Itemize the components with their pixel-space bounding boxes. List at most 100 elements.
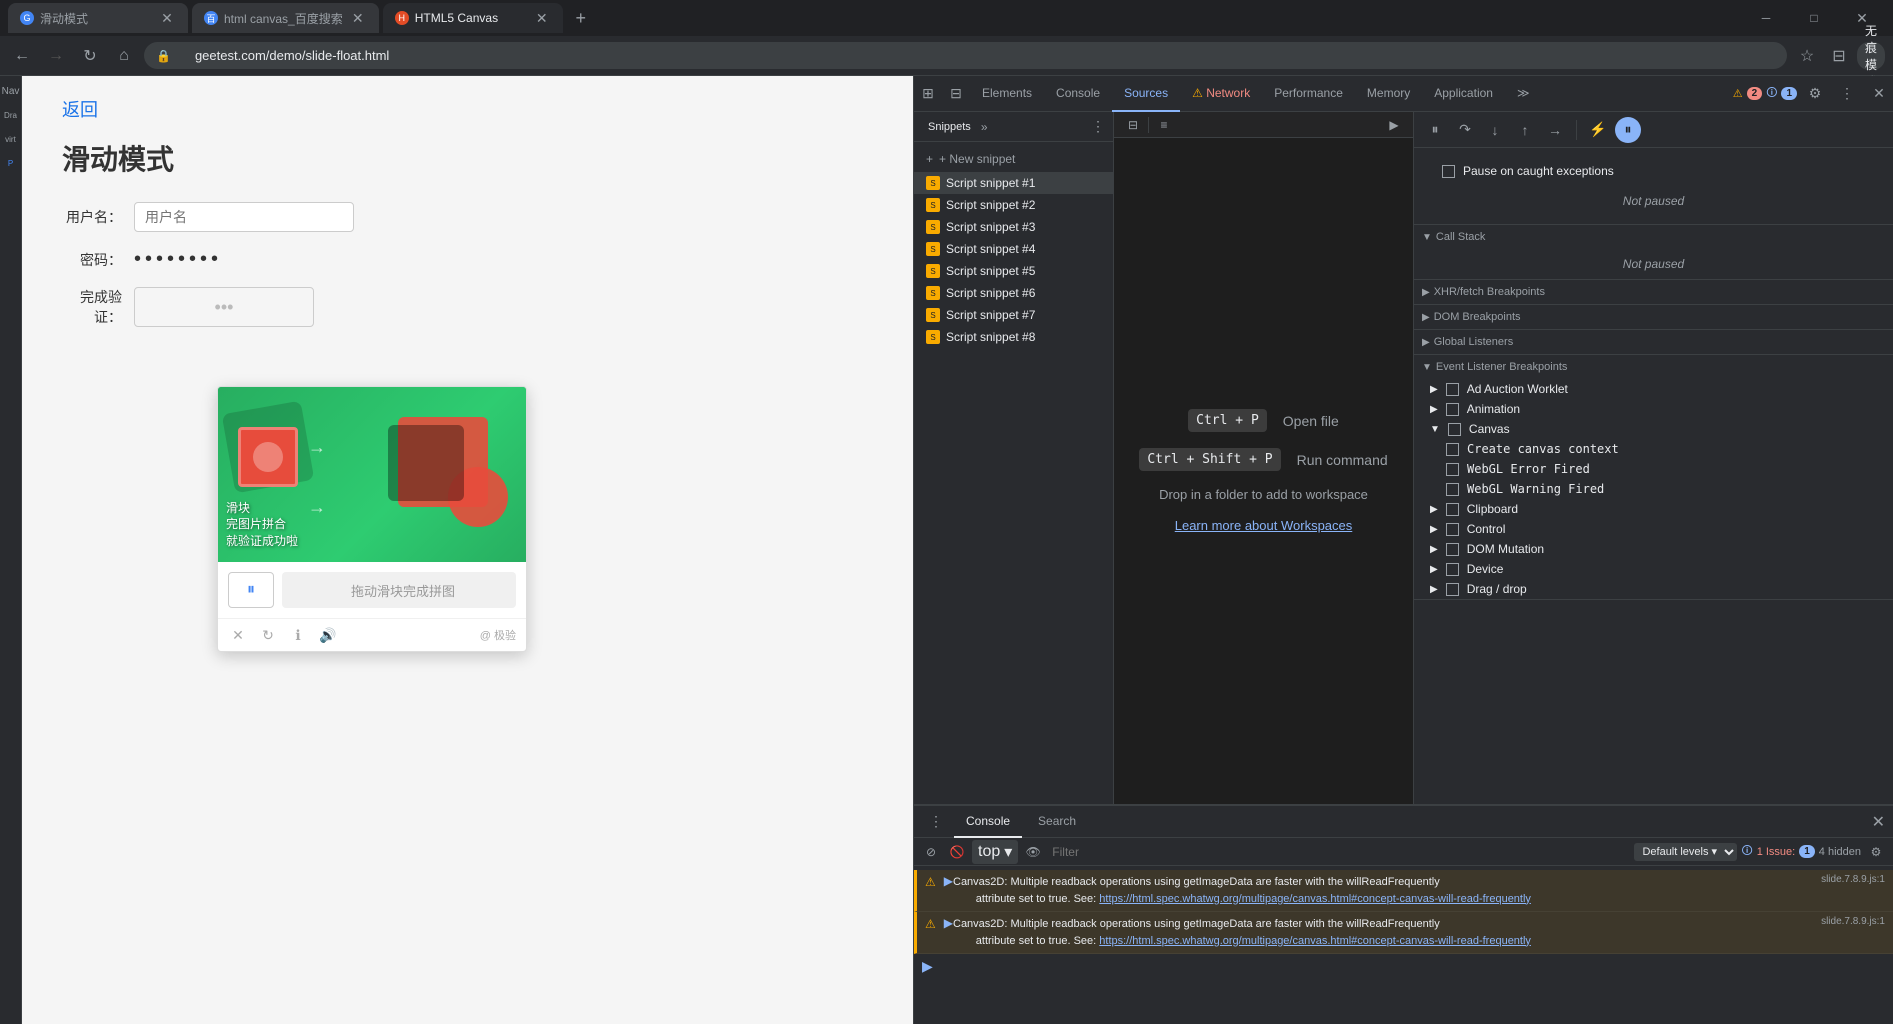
captcha-info-icon[interactable]: ℹ: [288, 625, 308, 645]
devtools-toggle-icon[interactable]: ⊞: [914, 80, 942, 108]
tab-3[interactable]: H HTML5 Canvas ✕: [383, 3, 563, 33]
back-link[interactable]: 返回: [62, 96, 98, 122]
captcha-slider-handle[interactable]: ⏸: [228, 572, 274, 608]
dom-mutation-checkbox[interactable]: [1446, 543, 1459, 556]
snippets-tab[interactable]: Snippets: [922, 119, 977, 135]
device-checkbox[interactable]: [1446, 563, 1459, 576]
editor-run-icon[interactable]: ▶: [1383, 114, 1405, 136]
step-over-button[interactable]: ↷: [1452, 117, 1478, 143]
devtools-close-icon[interactable]: ✕: [1865, 80, 1893, 108]
console-tab-console[interactable]: Console: [954, 806, 1022, 838]
back-button[interactable]: ←: [8, 42, 36, 70]
console-level-select[interactable]: Default levels ▾: [1634, 843, 1737, 861]
msg-1-file[interactable]: slide.7.8.9.js:1: [1821, 874, 1885, 885]
captcha-sound-icon[interactable]: 🔊: [318, 625, 338, 645]
console-settings-icon2[interactable]: ⚙: [1865, 841, 1887, 863]
tab-1-close[interactable]: ✕: [158, 10, 176, 27]
devtools-tab-elements[interactable]: Elements: [970, 76, 1044, 112]
msg-2-file[interactable]: slide.7.8.9.js:1: [1821, 916, 1885, 927]
devtools-tab-console[interactable]: Console: [1044, 76, 1112, 112]
learn-more-link[interactable]: Learn more about Workspaces: [1175, 518, 1353, 533]
snippet-item-2[interactable]: S Script snippet #2: [914, 194, 1113, 216]
tab-2[interactable]: 百 html canvas_百度搜索 ✕: [192, 3, 379, 33]
forward-button[interactable]: →: [42, 42, 70, 70]
snippet-item-5[interactable]: S Script snippet #5: [914, 260, 1113, 282]
clipboard-checkbox[interactable]: [1446, 503, 1459, 516]
console-clear-button[interactable]: ⊘: [920, 841, 942, 863]
xhr-breakpoints-header[interactable]: ▶ XHR/fetch Breakpoints: [1414, 280, 1893, 304]
nav-icon-3[interactable]: virt: [2, 130, 20, 148]
minimize-button[interactable]: ─: [1743, 2, 1789, 34]
close-button[interactable]: ✕: [1839, 2, 1885, 34]
captcha-refresh-icon[interactable]: ↻: [258, 625, 278, 645]
canvas-checkbox[interactable]: [1448, 423, 1461, 436]
snippet-item-1[interactable]: S Script snippet #1: [914, 172, 1113, 194]
home-button[interactable]: ⌂: [110, 42, 138, 70]
webgl-warning-checkbox[interactable]: [1446, 483, 1459, 496]
username-input[interactable]: [134, 202, 354, 232]
pause-exceptions-label[interactable]: Pause on caught exceptions: [1426, 156, 1881, 186]
devtools-tab-more[interactable]: ≫: [1505, 76, 1542, 112]
devtools-tab-network[interactable]: ⚠ Network: [1180, 76, 1262, 112]
tab-2-close[interactable]: ✕: [349, 10, 367, 27]
devtools-tab-application[interactable]: Application: [1422, 76, 1505, 112]
sources-nav-more[interactable]: »: [981, 120, 988, 134]
captcha-slider-track[interactable]: 拖动滑块完成拼图: [282, 572, 516, 608]
msg-2-link[interactable]: https://html.spec.whatwg.org/multipage/c…: [1099, 935, 1531, 947]
pause-exceptions-checkbox[interactable]: [1442, 165, 1455, 178]
reload-button[interactable]: ↻: [76, 42, 104, 70]
pause-button[interactable]: ⏸: [1422, 117, 1448, 143]
console-close-button[interactable]: ✕: [1872, 812, 1885, 832]
captcha-close-icon[interactable]: ✕: [228, 625, 248, 645]
console-filter-input[interactable]: [1048, 845, 1630, 859]
nav-icon-1[interactable]: Nav: [2, 82, 20, 100]
console-prompt-arrow[interactable]: ▶: [922, 958, 933, 974]
devtools-settings-icon[interactable]: ⚙: [1801, 80, 1829, 108]
console-tab-search[interactable]: Search: [1026, 806, 1088, 838]
msg-1-expand[interactable]: ▶: [944, 874, 953, 888]
split-view-button[interactable]: ⊟: [1825, 42, 1853, 70]
snippet-item-4[interactable]: S Script snippet #4: [914, 238, 1113, 260]
dom-breakpoints-header[interactable]: ▶ DOM Breakpoints: [1414, 305, 1893, 329]
snippet-item-3[interactable]: S Script snippet #3: [914, 216, 1113, 238]
call-stack-header[interactable]: ▼ Call Stack: [1414, 225, 1893, 249]
add-snippet-button[interactable]: + + New snippet: [914, 146, 1113, 172]
sources-nav-menu[interactable]: ⋮: [1091, 118, 1105, 135]
msg-2-expand[interactable]: ▶: [944, 916, 953, 930]
msg-1-link[interactable]: https://html.spec.whatwg.org/multipage/c…: [1099, 893, 1531, 905]
animation-checkbox[interactable]: [1446, 403, 1459, 416]
devtools-tab-sources[interactable]: Sources: [1112, 76, 1180, 112]
step-out-button[interactable]: ↑: [1512, 117, 1538, 143]
nav-icon-2[interactable]: Dra: [2, 106, 20, 124]
bookmark-button[interactable]: ☆: [1793, 42, 1821, 70]
ad-auction-checkbox[interactable]: [1446, 383, 1459, 396]
editor-format-icon[interactable]: ≡: [1153, 114, 1175, 136]
restore-button[interactable]: □: [1791, 2, 1837, 34]
snippet-item-8[interactable]: S Script snippet #8: [914, 326, 1113, 348]
breakpoints-active-button[interactable]: ⏸: [1615, 117, 1641, 143]
tab-3-close[interactable]: ✕: [533, 10, 551, 27]
deactivate-button[interactable]: ⚡: [1585, 117, 1611, 143]
top-context-selector[interactable]: top ▾: [972, 840, 1018, 864]
global-listeners-header[interactable]: ▶ Global Listeners: [1414, 330, 1893, 354]
devtools-tab-performance[interactable]: Performance: [1262, 76, 1355, 112]
console-eye-button[interactable]: 👁: [1022, 841, 1044, 863]
snippet-item-7[interactable]: S Script snippet #7: [914, 304, 1113, 326]
step-button[interactable]: →: [1542, 117, 1568, 143]
create-canvas-checkbox[interactable]: [1446, 443, 1459, 456]
devtools-dock-icon[interactable]: ⊟: [942, 80, 970, 108]
add-tab-button[interactable]: +: [567, 4, 595, 32]
devtools-tab-memory[interactable]: Memory: [1355, 76, 1422, 112]
url-input[interactable]: [179, 42, 1775, 69]
snippet-item-6[interactable]: S Script snippet #6: [914, 282, 1113, 304]
drag-drop-checkbox[interactable]: [1446, 583, 1459, 596]
devtools-more-icon[interactable]: ⋮: [1833, 80, 1861, 108]
webgl-error-checkbox[interactable]: [1446, 463, 1459, 476]
console-settings-icon[interactable]: ⋮: [922, 808, 950, 836]
step-into-button[interactable]: ↓: [1482, 117, 1508, 143]
editor-toggle-icon[interactable]: ⊟: [1122, 114, 1144, 136]
nav-icon-4[interactable]: P: [2, 154, 20, 172]
incognito-button[interactable]: 无痕模式: [1857, 42, 1885, 70]
event-listener-bp-header[interactable]: ▼ Event Listener Breakpoints: [1414, 355, 1893, 379]
tab-1[interactable]: G 滑动模式 ✕: [8, 3, 188, 33]
